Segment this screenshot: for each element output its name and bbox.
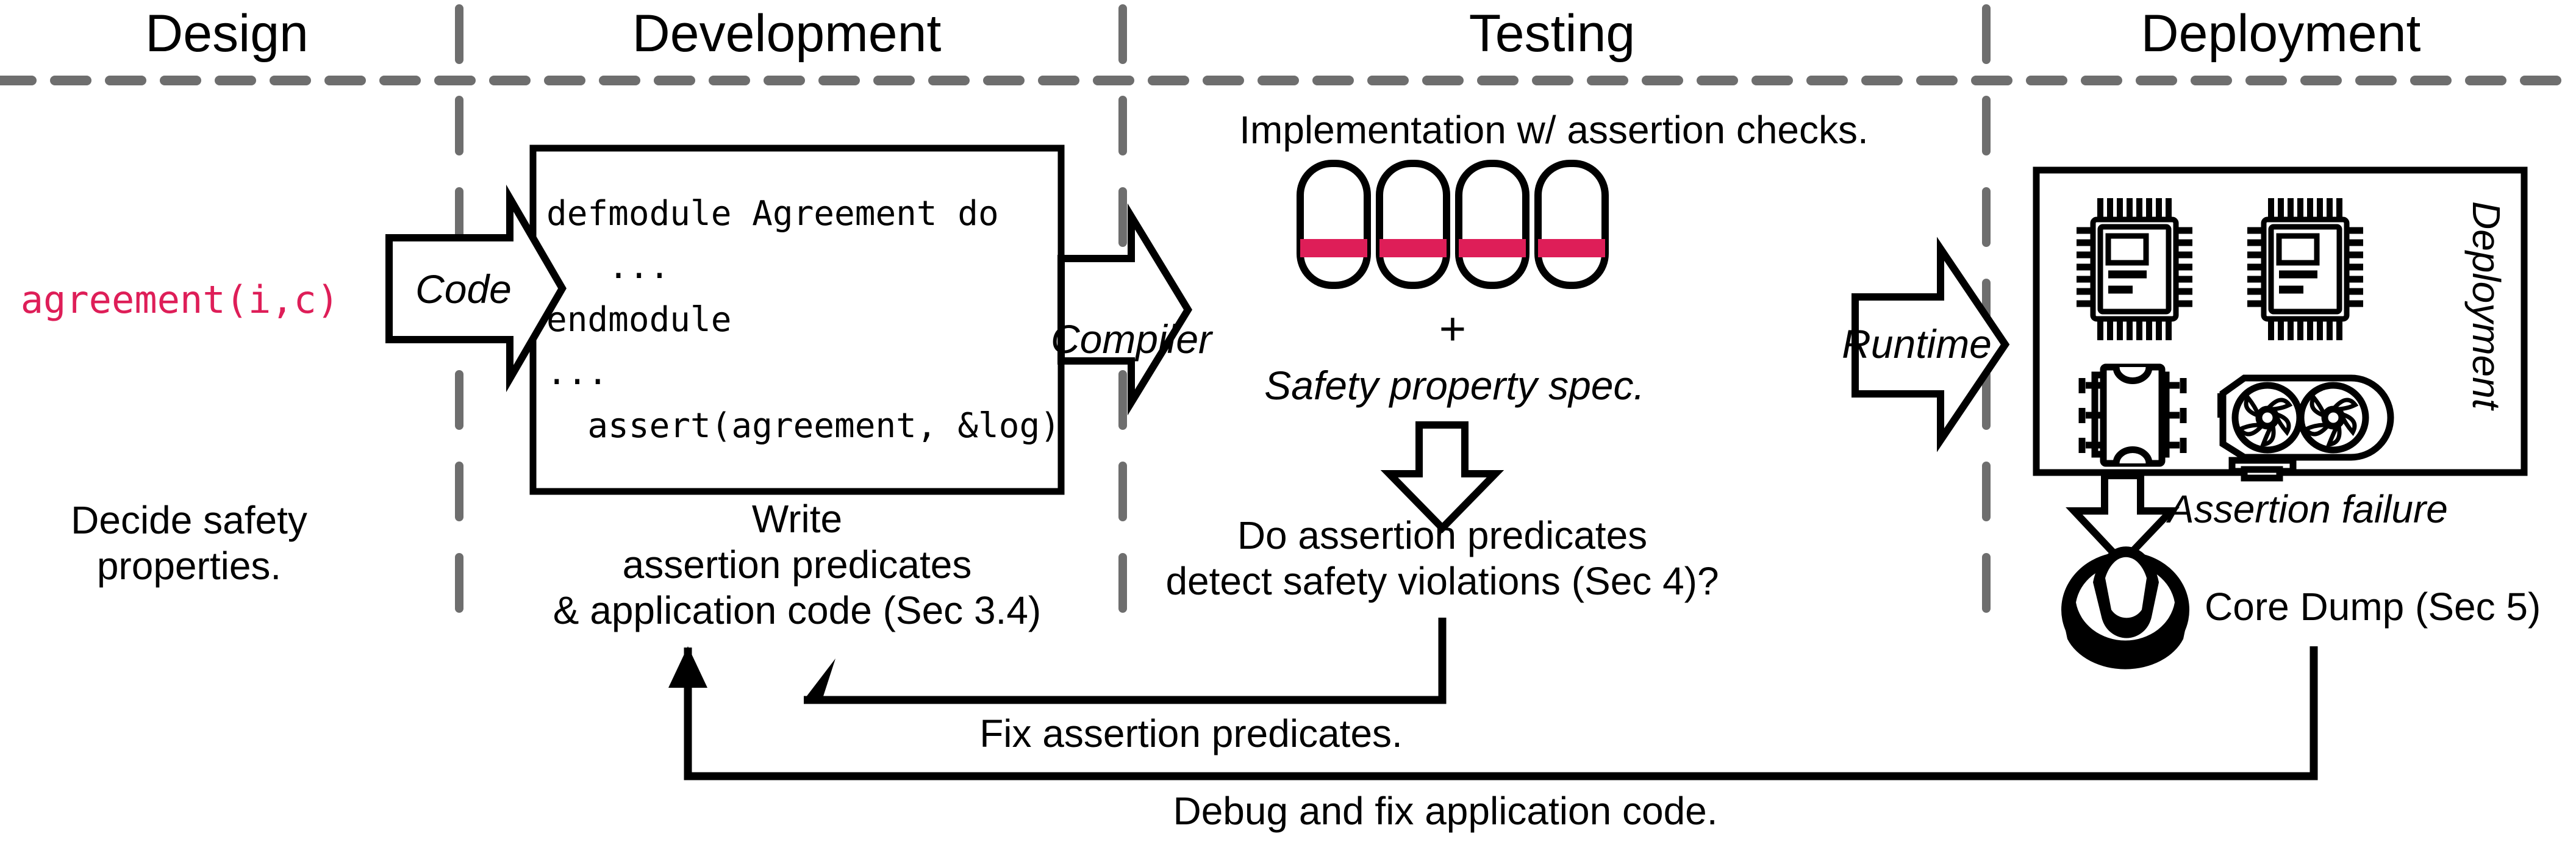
- safety-property-spec-label: Safety property spec.: [1264, 363, 1645, 408]
- assertion-failure-label: Assertion failure: [2168, 487, 2448, 531]
- core-dump-icon: [2061, 546, 2189, 669]
- design-caption-line2: properties.: [96, 544, 282, 588]
- design-caption-line1: Decide safety: [71, 498, 307, 542]
- assertion-capsule: [1376, 160, 1450, 289]
- assertion-capsule: [1534, 160, 1609, 289]
- phase-title-design: Design: [145, 4, 309, 63]
- code-line-4: ...: [546, 353, 609, 393]
- development-caption-line2: assertion predicates: [622, 543, 972, 587]
- assertion-capsule-group: [1297, 160, 1609, 289]
- debug-fix-code-line: [684, 646, 2318, 780]
- testing-question-line2: detect safety violations (Sec 4)?: [1165, 559, 1719, 603]
- phase-title-deployment: Deployment: [2141, 4, 2421, 63]
- testing-question-line1: Do assertion predicates: [1237, 513, 1648, 557]
- code-line-1: defmodule Agreement do: [546, 194, 999, 234]
- assertion-capsule: [1297, 160, 1371, 289]
- compiler-arrow-label: Compiler: [1050, 316, 1212, 362]
- fix-assertion-predicates-label: Fix assertion predicates.: [979, 712, 1403, 755]
- phase-title-testing: Testing: [1469, 4, 1636, 63]
- development-caption-line1: Write: [751, 497, 843, 541]
- plus-symbol: +: [1439, 303, 1467, 355]
- testing-down-arrow: [1380, 421, 1504, 534]
- code-line-2: ...: [546, 247, 670, 287]
- fix-assertion-predicates-arrowhead: [804, 658, 835, 700]
- debug-fix-code-arrowhead: [668, 646, 707, 688]
- diagram-canvas: Design Development Testing Deployment ag…: [0, 0, 2576, 853]
- deployment-vertical-label: Deployment: [2464, 201, 2508, 410]
- runtime-arrow-label: Runtime: [1842, 321, 1992, 366]
- debug-fix-code-label: Debug and fix application code.: [1173, 789, 1718, 833]
- code-line-3: endmodule: [546, 300, 732, 340]
- assertion-capsule: [1455, 160, 1530, 289]
- core-dump-label: Core Dump (Sec 5): [2205, 585, 2541, 629]
- phase-title-development: Development: [632, 4, 942, 63]
- code-line-5: assert(agreement, &log): [546, 406, 1061, 446]
- development-caption-line3: & application code (Sec 3.4): [553, 588, 1042, 632]
- design-safety-expression: agreement(i,c): [20, 277, 340, 322]
- chip-icon: [2078, 363, 2187, 467]
- code-arrow-label: Code: [415, 266, 512, 312]
- testing-heading: Implementation w/ assertion checks.: [1239, 108, 1869, 152]
